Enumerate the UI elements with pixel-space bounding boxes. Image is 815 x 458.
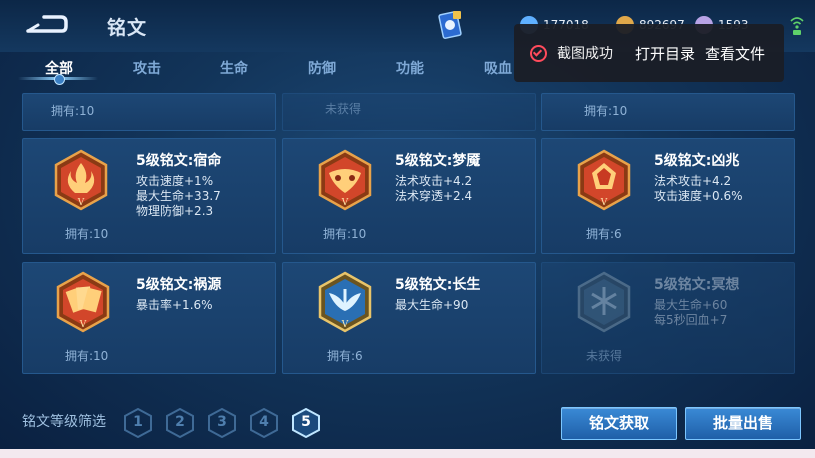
wings-sigil-icon: V <box>318 271 372 333</box>
view-file-link[interactable]: 查看文件 <box>705 43 765 64</box>
back-arrow-icon[interactable] <box>24 13 68 37</box>
inscription-card-partial[interactable]: 拥有:10 <box>22 93 276 131</box>
owned-count: 未获得 <box>586 349 623 363</box>
level-number: 1 <box>133 414 143 430</box>
tab-defense[interactable]: 防御 <box>308 58 336 78</box>
attr-line: 物理防御+2.3 <box>136 204 214 218</box>
owned-count: 拥有:10 <box>51 104 95 118</box>
attr-line: 攻击速度+0.6% <box>654 189 743 203</box>
acquire-inscription-button[interactable]: 铭文获取 <box>561 407 677 440</box>
inscription-name: 5级铭文:凶兆 <box>654 153 740 169</box>
inscription-attrs: 最大生命+90 <box>395 298 468 313</box>
inscription-name: 5级铭文:祸源 <box>136 277 222 293</box>
tab-attack[interactable]: 攻击 <box>133 58 161 78</box>
svg-text:V: V <box>600 198 608 208</box>
svg-text:V: V <box>341 320 349 330</box>
attr-line: 攻击速度+1% <box>136 174 214 188</box>
inscription-card-omen[interactable]: V 5级铭文:凶兆 法术攻击+4.2 攻击速度+0.6% 拥有:6 <box>541 138 795 254</box>
inscription-book-icon[interactable] <box>437 10 463 40</box>
attr-line: 每5秒回血+7 <box>654 313 728 327</box>
level-filter-5[interactable]: 5 <box>292 407 320 439</box>
tab-health[interactable]: 生命 <box>220 58 248 78</box>
svg-text:V: V <box>79 320 87 330</box>
attr-line: 暴击率+1.6% <box>136 298 213 312</box>
level-number: 5 <box>301 414 311 430</box>
inscription-card-meditation[interactable]: 5级铭文:冥想 最大生命+60 每5秒回血+7 未获得 <box>541 262 795 374</box>
level-filter-4[interactable]: 4 <box>250 407 278 439</box>
check-circle-icon <box>530 44 547 62</box>
owned-count: 拥有:6 <box>327 349 363 363</box>
attr-line: 最大生命+90 <box>395 298 469 312</box>
inscription-card-partial[interactable]: 未获得 <box>282 93 536 131</box>
owned-count: 拥有:6 <box>586 227 622 241</box>
screenshot-toast: 截图成功 打开目录 查看文件 <box>514 24 784 82</box>
category-tabs: 全部 攻击 生命 防御 功能 吸血 <box>0 52 540 90</box>
owned-count: 拥有:10 <box>584 104 628 118</box>
owned-count: 拥有:10 <box>323 227 367 241</box>
inscription-name: 5级铭文:梦魇 <box>395 153 481 169</box>
open-directory-link[interactable]: 打开目录 <box>635 43 695 64</box>
mask-sigil-icon: V <box>318 149 372 211</box>
inscription-attrs: 攻击速度+1% 最大生命+33.7 物理防御+2.3 <box>136 174 221 219</box>
inscription-attrs: 最大生命+60 每5秒回血+7 <box>654 298 727 328</box>
cards-sigil-icon: V <box>56 271 110 333</box>
tab-utility[interactable]: 功能 <box>396 58 424 78</box>
attr-line: 法术攻击+4.2 <box>395 174 473 188</box>
gem-sigil-icon: V <box>577 149 631 211</box>
inscription-card-longevity[interactable]: V 5级铭文:长生 最大生命+90 拥有:6 <box>282 262 536 374</box>
inscription-name: 5级铭文:冥想 <box>654 277 740 293</box>
flame-sigil-icon: V <box>54 149 108 211</box>
inscription-attrs: 暴击率+1.6% <box>136 298 213 313</box>
inscription-attrs: 法术攻击+4.2 法术穿透+2.4 <box>395 174 472 204</box>
bulk-sell-button[interactable]: 批量出售 <box>685 407 801 440</box>
inscription-card-nightmare[interactable]: V 5级铭文:梦魇 法术攻击+4.2 法术穿透+2.4 拥有:10 <box>282 138 536 254</box>
level-filter-label: 铭文等级筛选 <box>22 414 106 430</box>
attr-line: 法术穿透+2.4 <box>395 189 473 203</box>
active-tab-dot <box>54 74 65 85</box>
attr-line: 法术攻击+4.2 <box>654 174 732 188</box>
bottom-strip <box>0 449 815 458</box>
level-filter-3[interactable]: 3 <box>208 407 236 439</box>
inscription-card-fate[interactable]: V 5级铭文:宿命 攻击速度+1% 最大生命+33.7 物理防御+2.3 拥有:… <box>22 138 276 254</box>
level-number: 3 <box>217 414 227 430</box>
owned-count: 拥有:10 <box>65 349 109 363</box>
inscription-name: 5级铭文:长生 <box>395 277 481 293</box>
level-number: 2 <box>175 414 185 430</box>
page-title: 铭文 <box>107 17 148 39</box>
inscription-card-partial[interactable]: 拥有:10 <box>541 93 795 131</box>
owned-count: 未获得 <box>325 102 362 116</box>
toast-message: 截图成功 <box>557 45 613 61</box>
inscription-name: 5级铭文:宿命 <box>136 153 222 169</box>
attr-line: 最大生命+33.7 <box>136 189 221 203</box>
attr-line: 最大生命+60 <box>654 298 728 312</box>
svg-text:V: V <box>77 198 85 208</box>
svg-text:V: V <box>341 198 349 208</box>
snowflake-sigil-icon <box>577 271 631 333</box>
level-filter-2[interactable]: 2 <box>166 407 194 439</box>
inscription-attrs: 法术攻击+4.2 攻击速度+0.6% <box>654 174 743 204</box>
tab-lifesteal[interactable]: 吸血 <box>484 58 512 78</box>
inscription-card-calamity[interactable]: V 5级铭文:祸源 暴击率+1.6% 拥有:10 <box>22 262 276 374</box>
owned-count: 拥有:10 <box>65 227 109 241</box>
level-number: 4 <box>259 414 269 430</box>
level-filter-1[interactable]: 1 <box>124 407 152 439</box>
wifi-icon <box>790 17 804 35</box>
